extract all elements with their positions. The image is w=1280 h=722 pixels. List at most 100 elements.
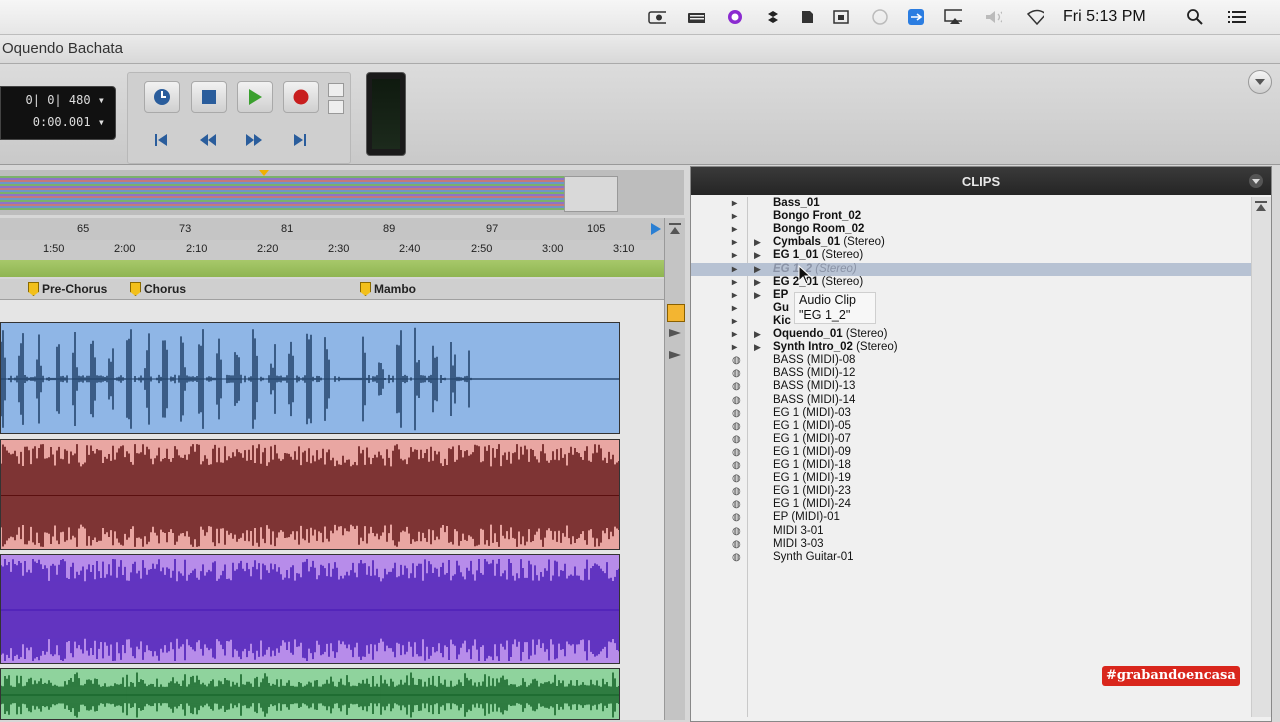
clip-name: Bongo Room_02: [773, 223, 864, 236]
clip-list-item[interactable]: ◍ BASS (MIDI)-14: [691, 394, 1251, 407]
expand-triangle-icon[interactable]: ▶: [754, 263, 761, 276]
teamviewer-icon[interactable]: [907, 9, 925, 25]
main-counter[interactable]: 0| 0| 480 ▾ 0:00.001 ▾: [0, 86, 116, 140]
clip-list-item[interactable]: ◍ EG 1 (MIDI)-05: [691, 420, 1251, 433]
expand-triangle-icon[interactable]: ▶: [754, 328, 761, 341]
midi-clip-icon: ◍: [732, 446, 741, 458]
audio-clip-green[interactable]: [0, 668, 620, 720]
clip-list-item[interactable]: ▸ ▶ EP: [691, 289, 1251, 302]
go-to-end-button[interactable]: [283, 125, 317, 155]
tempo-ruler[interactable]: [0, 260, 684, 277]
min-sec-ruler[interactable]: 1:50 2:00 2:10 2:20 2:30 2:40 2:50 3:00 …: [0, 240, 664, 261]
clip-list-item[interactable]: ◍ MIDI 3-01: [691, 525, 1251, 538]
clip-list-item[interactable]: ◍ BASS (MIDI)-13: [691, 380, 1251, 393]
clip-list-item[interactable]: ◍ EP (MIDI)-01: [691, 511, 1251, 524]
clip-list-item[interactable]: ▸ ▶ Oquendo_01 (Stereo): [691, 328, 1251, 341]
clip-list-item[interactable]: ▸ ▶ Synth Intro_02 (Stereo): [691, 341, 1251, 354]
return-to-zero-button[interactable]: [144, 125, 178, 155]
clip-list-item[interactable]: ◍ EG 1 (MIDI)-18: [691, 459, 1251, 472]
clip-list-item[interactable]: ◍ MIDI 3-03: [691, 538, 1251, 551]
counter-bars-beats[interactable]: 0| 0| 480 ▾: [26, 93, 105, 107]
sync-icon[interactable]: [726, 9, 744, 25]
expand-triangle-icon[interactable]: ▶: [754, 249, 761, 262]
clip-list-item[interactable]: ▸ ▶ EG 1_01 (Stereo): [691, 249, 1251, 262]
window-options-button[interactable]: [1248, 70, 1272, 94]
clip-list-item[interactable]: ▸ Bongo Front_02: [691, 210, 1251, 223]
markers-ruler[interactable]: Pre-Chorus Chorus Mambo: [0, 279, 664, 300]
zoom-toggle-button[interactable]: [667, 304, 685, 322]
list-icon[interactable]: [1228, 9, 1246, 25]
clip-list-item[interactable]: ◍ EG 1 (MIDI)-09: [691, 446, 1251, 459]
dropbox-icon[interactable]: [764, 9, 782, 25]
clip-name: EG 1 (MIDI)-19: [773, 472, 851, 485]
clip-list-item[interactable]: ▸ Bass_01: [691, 197, 1251, 210]
clip-list-item[interactable]: ▸ Kic: [691, 315, 1251, 328]
pre-roll-toggle[interactable]: [328, 83, 344, 97]
clip-list-item[interactable]: ◍ EG 1 (MIDI)-19: [691, 472, 1251, 485]
clip-list-item[interactable]: ▸ ▶ EG 2_01 (Stereo): [691, 276, 1251, 289]
clip-name: EG 1 (MIDI)-18: [773, 459, 851, 472]
audio-clip-blue[interactable]: [0, 322, 620, 434]
keyboard-icon[interactable]: [687, 9, 705, 25]
expand-triangle-icon[interactable]: ▶: [754, 276, 761, 289]
universe-overview[interactable]: [0, 170, 684, 215]
clip-list-item[interactable]: ▸ Bongo Room_02: [691, 223, 1251, 236]
scroll-to-top-icon[interactable]: [668, 222, 682, 236]
playhead-icon[interactable]: [668, 328, 682, 338]
midi-clip-icon: ◍: [732, 355, 741, 367]
counter-min-sec[interactable]: 0:00.001 ▾: [33, 115, 105, 129]
record-button[interactable]: [283, 81, 319, 113]
overview-tracks: [0, 176, 564, 210]
stop-button[interactable]: [191, 81, 227, 113]
skip-back-icon: [155, 134, 167, 146]
marker-flag-icon: [28, 282, 39, 296]
airplay-icon[interactable]: [944, 9, 962, 25]
fast-forward-button[interactable]: [237, 125, 271, 155]
clip-list-item[interactable]: ◍ EG 1 (MIDI)-23: [691, 485, 1251, 498]
volume-icon[interactable]: [984, 9, 1002, 25]
marker-mambo[interactable]: Mambo: [360, 282, 416, 296]
search-icon[interactable]: [1186, 9, 1204, 25]
clips-title: CLIPS: [961, 174, 1001, 189]
clip-list-item[interactable]: ◍ Synth Guitar-01: [691, 551, 1251, 564]
clip-name: EP (MIDI)-01: [773, 511, 840, 524]
audio-clip-red[interactable]: [0, 439, 620, 550]
screen-capture-icon[interactable]: [832, 9, 850, 25]
clip-list-item[interactable]: ◍ BASS (MIDI)-12: [691, 367, 1251, 380]
clip-list-item[interactable]: ◍ EG 1 (MIDI)-07: [691, 433, 1251, 446]
clip-name-main: EG 1 (MIDI)-07: [773, 432, 851, 445]
post-roll-toggle[interactable]: [328, 100, 344, 114]
menu-clock[interactable]: Fri 5:13 PM: [1063, 8, 1146, 26]
time-tick: 2:00: [114, 243, 136, 255]
rewind-icon: [200, 134, 216, 146]
midi-clip-icon: ◍: [732, 551, 741, 563]
expand-triangle-icon[interactable]: ▶: [754, 289, 761, 302]
expand-triangle-icon[interactable]: ▶: [754, 341, 761, 354]
clip-list-item[interactable]: ▸ Gu: [691, 302, 1251, 315]
overview-view-box[interactable]: [564, 176, 618, 212]
rewind-button[interactable]: [191, 125, 225, 155]
bars-beats-ruler[interactable]: 65 73 81 89 97 105: [0, 218, 664, 240]
evernote-icon[interactable]: [798, 9, 816, 25]
clip-name-main: Synth Guitar-01: [773, 550, 854, 563]
clips-scrollbar[interactable]: [1251, 197, 1271, 717]
online-button[interactable]: [144, 81, 180, 113]
clip-list-item[interactable]: ◍ EG 1 (MIDI)-03: [691, 407, 1251, 420]
scroll-up-icon[interactable]: [1254, 200, 1268, 212]
clip-list-item[interactable]: ▸ ▶ EG 1_2 (Stereo): [691, 262, 1251, 276]
marker-chorus[interactable]: Chorus: [130, 282, 186, 296]
camera-icon[interactable]: [648, 9, 666, 25]
clip-name: EG 1_2 (Stereo): [773, 263, 857, 276]
clips-menu-icon[interactable]: [1247, 173, 1265, 189]
clips-list[interactable]: ▸ Bass_01 ▸ Bongo Front_02 ▸ Bongo Room_02 ▸ ▶ C…: [691, 197, 1251, 717]
clip-list-item[interactable]: ◍ BASS (MIDI)-08: [691, 354, 1251, 367]
audio-clip-purple[interactable]: [0, 554, 620, 664]
play-button[interactable]: [237, 81, 273, 113]
link-icon[interactable]: [668, 350, 682, 360]
marker-pre-chorus[interactable]: Pre-Chorus: [28, 282, 107, 296]
clip-list-item[interactable]: ▸ ▶ Cymbals_01 (Stereo): [691, 236, 1251, 249]
disabled-icon[interactable]: [871, 9, 889, 25]
expand-triangle-icon[interactable]: ▶: [754, 236, 761, 249]
clip-list-item[interactable]: ◍ EG 1 (MIDI)-24: [691, 498, 1251, 511]
wifi-icon[interactable]: [1026, 9, 1044, 25]
